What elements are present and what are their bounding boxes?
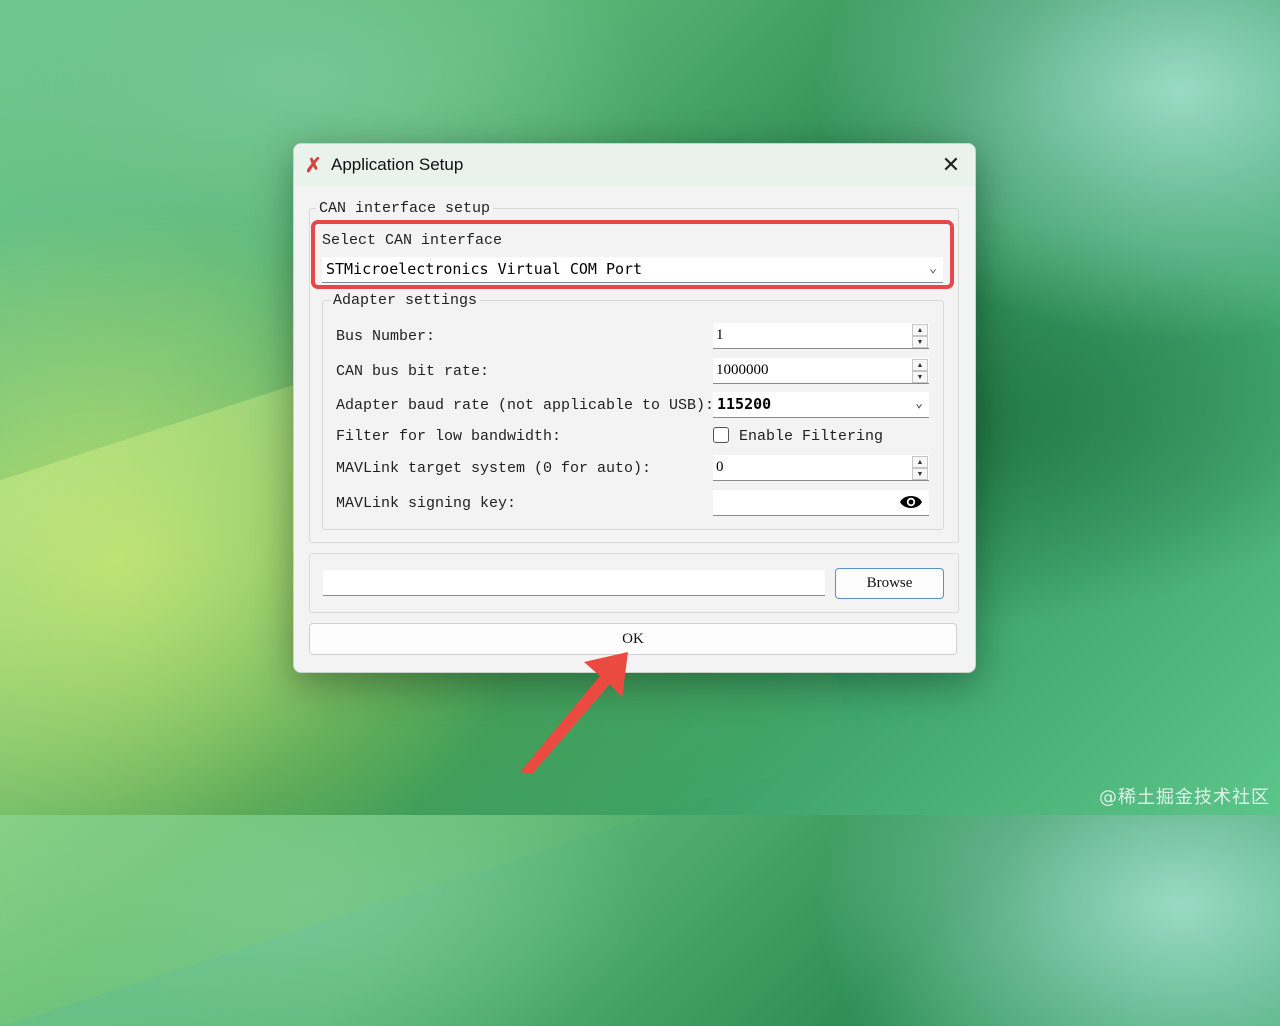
enable-filtering-checkbox[interactable] [713,427,729,443]
target-system-label: MAVLink target system (0 for auto): [336,460,652,477]
close-button[interactable]: ✕ [933,148,969,182]
can-interface-group-title: CAN interface setup [316,200,494,217]
adapter-settings-title: Adapter settings [330,292,481,309]
enable-filtering-label[interactable]: Enable Filtering [739,428,883,445]
target-system-spinbox[interactable]: 0 ▲ ▼ [713,455,929,481]
bus-number-spinbox[interactable]: 1 ▲ ▼ [713,323,929,349]
eye-icon[interactable] [899,493,923,511]
ok-button[interactable]: OK [309,623,957,655]
baud-rate-select[interactable]: 115200 ⌄ [713,392,929,418]
bit-rate-spinbox[interactable]: 1000000 ▲ ▼ [713,358,929,384]
signing-key-label: MAVLink signing key: [336,495,517,512]
baud-rate-label: Adapter baud rate (not applicable to USB… [336,397,715,414]
select-can-interface-label: Select CAN interface [322,232,503,249]
signing-key-field[interactable] [713,490,929,516]
bus-number-label: Bus Number: [336,328,436,345]
bus-number-value: 1 [716,327,724,343]
spin-down-button[interactable]: ▼ [912,336,928,348]
bit-rate-value: 1000000 [716,362,769,378]
chevron-down-icon: ⌄ [915,396,923,411]
dialog-title: Application Setup [331,155,464,174]
chevron-down-icon: ⌄ [929,261,937,276]
file-path-input[interactable] [323,570,825,596]
ok-label: OK [622,631,644,647]
watermark-text: @稀土掘金技术社区 [1099,787,1270,808]
target-system-value: 0 [716,459,724,475]
filter-label: Filter for low bandwidth: [336,428,562,445]
can-interface-select[interactable]: STMicroelectronics Virtual COM Port ⌄ [322,257,943,283]
spin-down-button[interactable]: ▼ [912,371,928,383]
app-logo-icon: ✗ [305,153,322,177]
spin-up-button[interactable]: ▲ [912,359,928,371]
can-interface-value: STMicroelectronics Virtual COM Port [326,260,643,278]
browse-label: Browse [866,575,913,591]
spin-up-button[interactable]: ▲ [912,324,928,336]
close-icon: ✕ [941,152,961,178]
baud-rate-value: 115200 [717,395,772,413]
spin-down-button[interactable]: ▼ [912,468,928,480]
title-bar: ✗ Application Setup ✕ [294,144,975,186]
spin-up-button[interactable]: ▲ [912,456,928,468]
bit-rate-label: CAN bus bit rate: [336,363,490,380]
browse-button[interactable]: Browse [835,568,944,599]
